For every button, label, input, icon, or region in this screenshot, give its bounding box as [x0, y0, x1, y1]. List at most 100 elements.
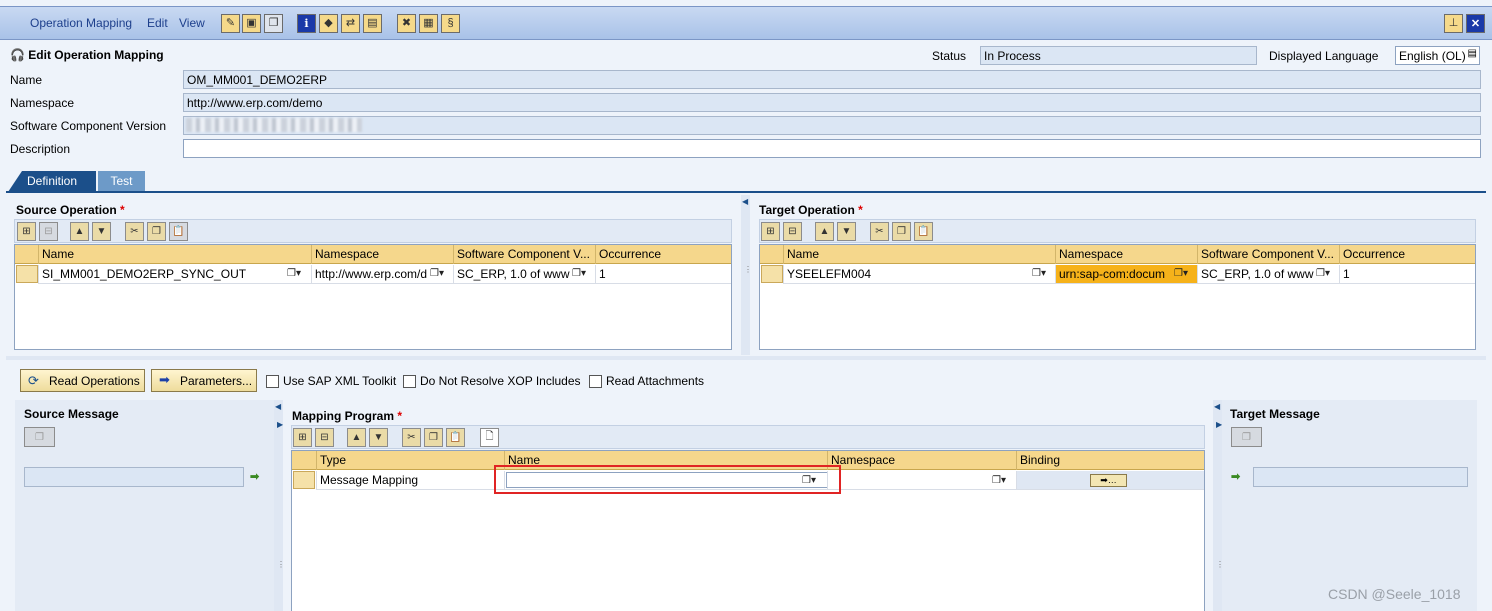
value-help-icon[interactable]: ❐▾: [1030, 267, 1048, 281]
tab-definition[interactable]: Definition: [8, 171, 96, 192]
target-message-field: [1253, 467, 1468, 487]
read-attachments-label: Read Attachments: [606, 374, 705, 388]
parameters-label: Parameters...: [180, 374, 253, 388]
menu-operation-mapping[interactable]: Operation Mapping: [30, 16, 132, 30]
tab-definition-label: Definition: [26, 174, 78, 188]
where-used-icon[interactable]: ⇄: [341, 14, 360, 33]
copy-icon[interactable]: ❐: [424, 428, 443, 447]
menu-view[interactable]: View: [179, 16, 205, 30]
description-input[interactable]: [183, 139, 1481, 158]
save-icon[interactable]: ▣: [242, 14, 261, 33]
drag-handle-icon[interactable]: ⋮: [277, 560, 285, 569]
delete-row-icon[interactable]: ⊟: [315, 428, 334, 447]
value-help-icon[interactable]: ❐▾: [428, 267, 446, 281]
column-header: Name: [38, 245, 311, 264]
insert-row-icon[interactable]: ⊞: [761, 222, 780, 241]
row-selector[interactable]: [293, 471, 315, 489]
collapse-left-icon[interactable]: ◀: [275, 402, 281, 411]
table-row[interactable]: YSEELEFM004: [783, 265, 1055, 284]
insert-row-icon[interactable]: ⊞: [17, 222, 36, 241]
pin-icon[interactable]: ⊥: [1444, 14, 1463, 33]
cut-icon[interactable]: ✂: [870, 222, 889, 241]
table-row[interactable]: Message Mapping: [316, 471, 504, 490]
copy-icon[interactable]: ❐: [892, 222, 911, 241]
activate-icon[interactable]: ◆: [319, 14, 338, 33]
name-field: OM_MM001_DEMO2ERP: [183, 70, 1481, 89]
name-label: Name: [10, 73, 43, 87]
arrow-right-icon: ➡: [159, 372, 170, 387]
value-help-icon[interactable]: ❐▾: [990, 474, 1008, 488]
move-up-icon[interactable]: ▲: [815, 222, 834, 241]
binding-button[interactable]: ➡…: [1090, 474, 1127, 487]
close-icon[interactable]: ✕: [1466, 14, 1485, 33]
row-selector[interactable]: [16, 265, 38, 283]
header-select-cell: [15, 245, 38, 264]
source-operation-toolbar: [14, 219, 732, 243]
use-sap-xml-toolkit-checkbox[interactable]: [266, 375, 279, 388]
row-selector[interactable]: [761, 265, 783, 283]
read-operations-button[interactable]: ⟳ Read Operations: [20, 369, 145, 392]
move-down-icon[interactable]: ▼: [92, 222, 111, 241]
insert-row-icon[interactable]: ⊞: [293, 428, 312, 447]
splitter[interactable]: ◀ ▶ ⋮: [274, 400, 285, 611]
copy-object-icon[interactable]: ❐: [264, 14, 283, 33]
source-message-copy-icon[interactable]: ❐: [24, 427, 55, 447]
cell-namespace: urn:sap-com:docum: [1059, 267, 1166, 281]
table-row[interactable]: SI_MM001_DEMO2ERP_SYNC_OUT: [38, 265, 311, 284]
target-message-copy-icon[interactable]: ❐: [1231, 427, 1262, 447]
cut-icon[interactable]: ✂: [402, 428, 421, 447]
parameters-button[interactable]: ➡ Parameters...: [151, 369, 258, 392]
header-select-cell: [292, 451, 316, 470]
watermark: CSDN @Seele_1018: [1328, 586, 1461, 602]
move-down-icon[interactable]: ▼: [369, 428, 388, 447]
delete-row-icon[interactable]: ⊟: [39, 222, 58, 241]
dropdown-icon[interactable]: ▤: [1468, 48, 1477, 59]
move-up-icon[interactable]: ▲: [70, 222, 89, 241]
copy-icon[interactable]: ❐: [147, 222, 166, 241]
table-header: Name Namespace Software Component V... O…: [760, 245, 1475, 264]
value-help-icon[interactable]: ❐▾: [1172, 267, 1190, 281]
move-up-icon[interactable]: ▲: [347, 428, 366, 447]
table-view-icon[interactable]: ▦: [419, 14, 438, 33]
tab-test[interactable]: Test: [98, 171, 145, 192]
splitter[interactable]: ◀ ▶ ⋮: [1213, 400, 1224, 611]
drag-handle-icon[interactable]: ⋮: [744, 265, 752, 274]
do-not-resolve-xop-checkbox[interactable]: [403, 375, 416, 388]
read-attachments-checkbox[interactable]: [589, 375, 602, 388]
value-help-icon[interactable]: ❐▾: [570, 267, 588, 281]
table-row[interactable]: 1: [595, 265, 731, 284]
language-select[interactable]: English (OL) ▤: [1395, 46, 1480, 65]
delete-icon[interactable]: ✖: [397, 14, 416, 33]
collapse-left-icon[interactable]: ◀: [742, 197, 748, 206]
delete-row-icon[interactable]: ⊟: [783, 222, 802, 241]
column-header: Software Component V...: [453, 245, 595, 264]
collapse-left-icon[interactable]: ◀: [1214, 402, 1220, 411]
arrow-right-icon: ➡: [250, 471, 260, 483]
value-help-icon[interactable]: ❐▾: [1314, 267, 1332, 281]
info-icon[interactable]: i: [297, 14, 316, 33]
related-objects-icon[interactable]: ▤: [363, 14, 382, 33]
paste-icon[interactable]: 📋: [169, 222, 188, 241]
tab-test-label: Test: [110, 174, 133, 188]
table-row[interactable]: 1: [1339, 265, 1475, 284]
paste-icon[interactable]: 📋: [446, 428, 465, 447]
target-operation-title: Target Operation *: [759, 203, 863, 217]
redacted-text: [186, 118, 362, 132]
horizontal-splitter[interactable]: [6, 356, 1486, 360]
arrow-right-icon: ➡: [1231, 471, 1241, 483]
cut-icon[interactable]: ✂: [125, 222, 144, 241]
menu-edit[interactable]: Edit: [147, 16, 168, 30]
history-icon[interactable]: §: [441, 14, 460, 33]
move-down-icon[interactable]: ▼: [837, 222, 856, 241]
splitter[interactable]: ◀ ⋮: [741, 195, 752, 355]
edit-pencil-icon[interactable]: ✎: [221, 14, 240, 33]
target-operation-toolbar: [759, 219, 1476, 243]
collapse-right-icon[interactable]: ▶: [277, 420, 283, 429]
status-label: Status: [932, 49, 967, 63]
table-row[interactable]: [827, 471, 1016, 490]
value-help-icon[interactable]: ❐▾: [285, 267, 303, 281]
paste-icon[interactable]: 📋: [914, 222, 933, 241]
use-sap-xml-toolkit-label: Use SAP XML Toolkit: [283, 374, 397, 388]
source-operation-title: Source Operation *: [16, 203, 125, 217]
new-document-icon[interactable]: 🗋: [480, 428, 499, 447]
